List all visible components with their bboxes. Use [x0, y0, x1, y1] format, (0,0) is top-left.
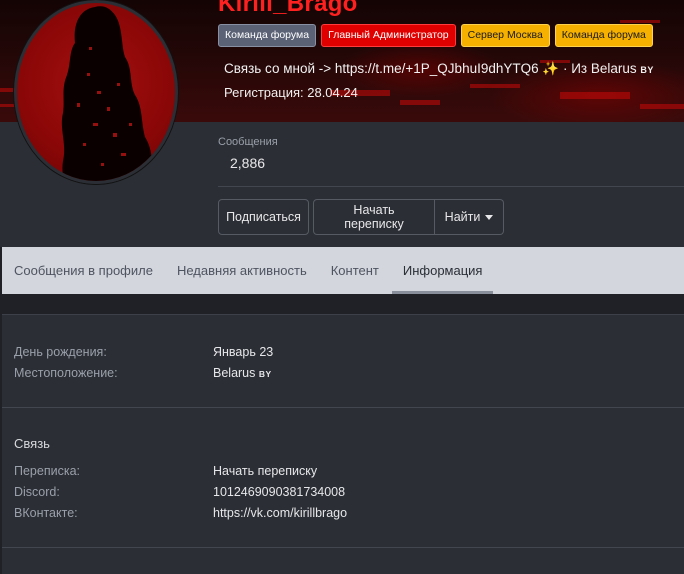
- vk-label: ВКонтакте:: [14, 506, 78, 520]
- messages-count[interactable]: 2,886: [230, 155, 265, 171]
- discord-value: 1012469090381734008: [213, 485, 346, 499]
- country-code: BY: [640, 65, 654, 75]
- profile-tabs: Сообщения в профиле Недавняя активность …: [2, 247, 684, 294]
- section-divider: [2, 407, 684, 408]
- location-value[interactable]: Belarus BY: [213, 366, 272, 380]
- tab-profile-posts[interactable]: Сообщения в профиле: [14, 247, 153, 294]
- registration-date: 28.04.24: [307, 85, 358, 100]
- avatar[interactable]: [14, 0, 178, 184]
- divider: [218, 186, 684, 187]
- location-country-code: BY: [258, 369, 272, 379]
- registration: Регистрация: 28.04.24: [224, 85, 358, 100]
- badge-server-moscow: Сервер Москва: [460, 24, 550, 47]
- user-badges: Команда форума Главный Администратор Сер…: [218, 24, 653, 47]
- section-divider-2: [2, 547, 684, 548]
- about-text[interactable]: Связь со мной -> https://t.me/+1P_QJbhuI…: [224, 61, 539, 76]
- tab-recent-activity[interactable]: Недавняя активность: [177, 247, 307, 294]
- contacts-title: Связь: [14, 436, 50, 451]
- conversation-label: Переписка:: [14, 464, 81, 478]
- find-dropdown-button[interactable]: Найти: [435, 199, 504, 235]
- avatar-silhouette-icon: [61, 6, 153, 181]
- about-location: · Из Belarus: [562, 61, 637, 76]
- sparkles-icon: ✨: [542, 61, 560, 76]
- subscribe-button[interactable]: Подписаться: [218, 199, 309, 235]
- tab-content[interactable]: Контент: [331, 247, 379, 294]
- vk-link[interactable]: https://vk.com/kirillbrago: [213, 506, 347, 520]
- tab-information[interactable]: Информация: [391, 247, 494, 294]
- find-label: Найти: [444, 210, 481, 224]
- profile-actions: Подписаться Начать переписку Найти: [218, 199, 504, 235]
- badge-forum-team-2: Команда форума: [554, 24, 653, 47]
- start-conversation-button[interactable]: Начать переписку: [313, 199, 435, 235]
- badge-forum-team: Команда форума: [218, 24, 317, 47]
- start-conversation-link[interactable]: Начать переписку: [213, 464, 317, 478]
- chevron-down-icon: [485, 214, 494, 220]
- registration-label: Регистрация:: [224, 85, 304, 100]
- messages-label: Сообщения: [218, 136, 278, 148]
- username[interactable]: Kirill_Brago: [218, 0, 358, 18]
- badge-chief-admin: Главный Администратор: [321, 24, 456, 47]
- information-panel: День рождения: Январь 23 Местоположение:…: [2, 314, 684, 574]
- birthday-label: День рождения:: [14, 345, 107, 359]
- birthday-value: Январь 23: [213, 345, 274, 359]
- location-label: Местоположение:: [14, 366, 118, 380]
- discord-label: Discord:: [14, 485, 60, 499]
- profile-about: Связь со мной -> https://t.me/+1P_QJbhuI…: [224, 61, 654, 77]
